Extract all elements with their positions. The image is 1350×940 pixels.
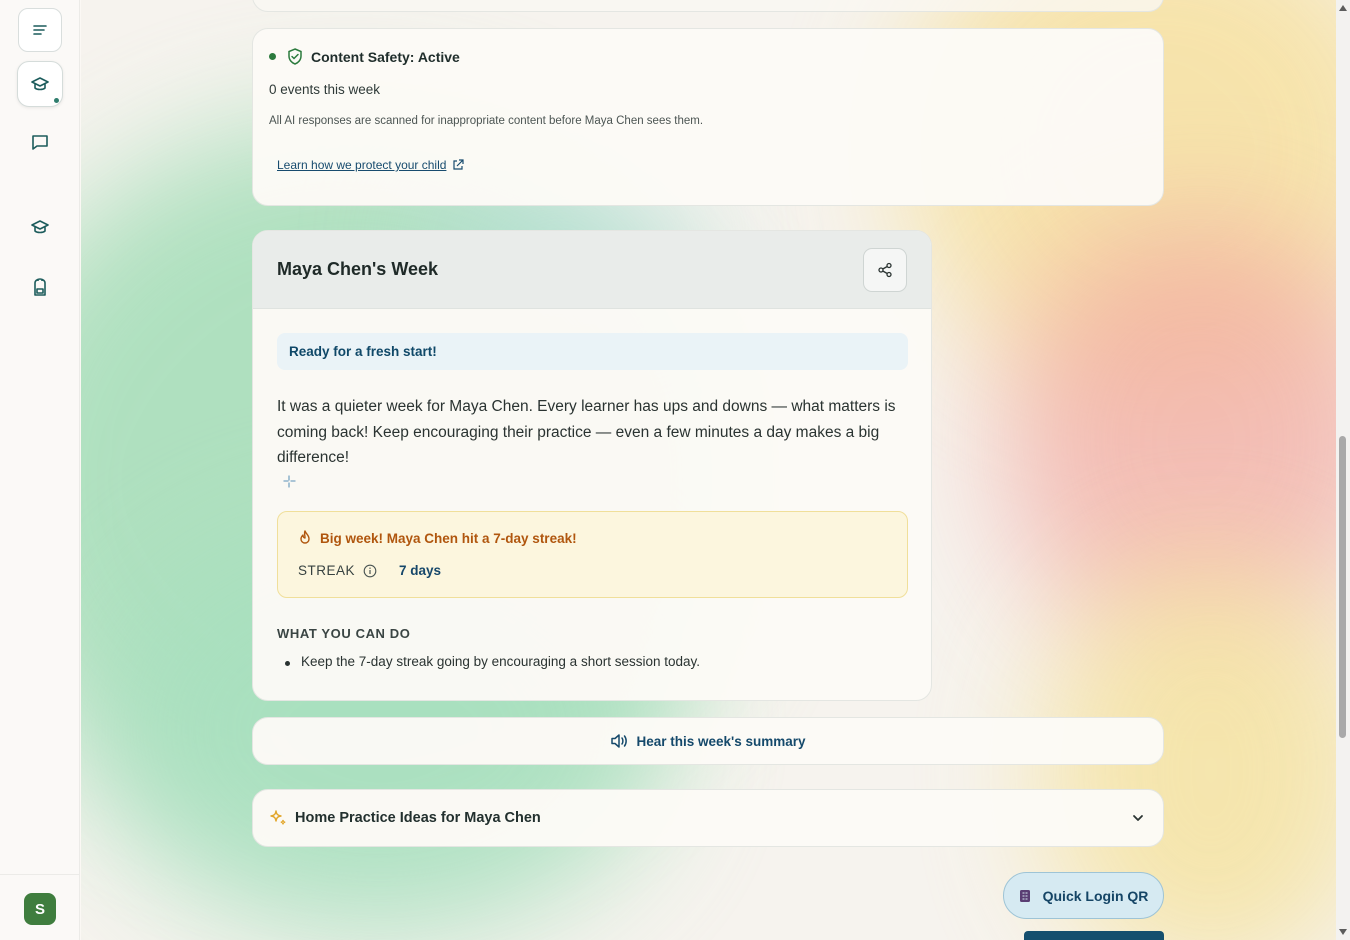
sidebar: S bbox=[0, 0, 80, 940]
nav-learning-active[interactable] bbox=[17, 61, 63, 107]
actions-list: Keep the 7-day streak going by encouragi… bbox=[284, 654, 701, 669]
actions-heading: WHAT YOU CAN DO bbox=[277, 626, 411, 641]
hear-summary-button[interactable]: Hear this week's summary bbox=[252, 717, 1164, 765]
list-item: Keep the 7-day streak going by encouragi… bbox=[284, 654, 701, 669]
home-practice-accordion[interactable]: Home Practice Ideas for Maya Chen bbox=[252, 789, 1164, 847]
speaker-icon bbox=[611, 734, 628, 748]
shield-check-icon bbox=[288, 48, 302, 65]
menu-button[interactable] bbox=[18, 8, 62, 52]
weekly-report-card: Maya Chen's Week Ready for a fresh start… bbox=[252, 230, 932, 701]
streak-label: STREAK bbox=[298, 563, 356, 578]
quick-login-qr-label: Quick Login QR bbox=[1042, 887, 1149, 904]
quick-login-qr-button[interactable]: Quick Login QR bbox=[1003, 872, 1164, 919]
ready-banner: Ready for a fresh start! bbox=[277, 333, 908, 370]
weekly-summary-text: It was a quieter week for Maya Chen. Eve… bbox=[277, 398, 896, 466]
safety-status: Content Safety: Active bbox=[269, 48, 460, 65]
hear-summary-label: Hear this week's summary bbox=[636, 733, 806, 749]
share-icon bbox=[878, 262, 892, 278]
active-indicator bbox=[54, 98, 59, 103]
safety-events-count: 0 events this week bbox=[269, 82, 381, 97]
sparkle-icon bbox=[283, 475, 296, 488]
streak-value: 7 days bbox=[399, 563, 442, 578]
safety-description: All AI responses are scanned for inappro… bbox=[269, 115, 704, 127]
graduation-cap-icon bbox=[31, 77, 49, 91]
menu-icon bbox=[33, 25, 47, 35]
status-dot bbox=[269, 53, 276, 60]
weekly-report-header: Maya Chen's Week bbox=[253, 231, 931, 309]
flame-icon bbox=[300, 530, 310, 544]
graduation-cap-icon bbox=[31, 220, 49, 234]
weekly-report-title: Maya Chen's Week bbox=[277, 259, 439, 279]
streak-callout: Big week! Maya Chen hit a 7-day streak! … bbox=[277, 511, 908, 598]
home-practice-label: Home Practice Ideas for Maya Chen bbox=[295, 810, 541, 826]
streak-title-label: Big week! Maya Chen hit a 7-day streak! bbox=[320, 530, 577, 546]
streak-title: Big week! Maya Chen hit a 7-day streak! bbox=[298, 530, 577, 546]
external-link-icon bbox=[453, 159, 465, 170]
nav-backpack[interactable] bbox=[18, 265, 62, 309]
avatar[interactable]: S bbox=[24, 893, 56, 925]
nav-chat[interactable] bbox=[18, 120, 62, 164]
scrollbar[interactable] bbox=[1336, 0, 1350, 940]
bottom-action-button[interactable] bbox=[1024, 931, 1164, 940]
chevron-down-icon bbox=[1133, 815, 1143, 821]
previous-card bbox=[252, 0, 1164, 12]
backpack-icon bbox=[34, 278, 46, 296]
share-button[interactable] bbox=[863, 248, 907, 292]
sidebar-footer: S bbox=[0, 874, 80, 940]
scroll-up-arrow[interactable] bbox=[1339, 5, 1347, 11]
chat-icon bbox=[32, 135, 48, 150]
home-practice-header: Home Practice Ideas for Maya Chen bbox=[269, 809, 541, 827]
streak-stat: STREAK 7 days bbox=[298, 563, 441, 578]
qr-code-icon bbox=[1019, 889, 1030, 902]
content-safety-card: Content Safety: Active 0 events this wee… bbox=[252, 28, 1164, 206]
scroll-down-arrow[interactable] bbox=[1339, 929, 1347, 935]
scroll-thumb[interactable] bbox=[1339, 436, 1346, 738]
protect-child-link-label: Learn how we protect your child bbox=[277, 158, 447, 172]
info-icon[interactable] bbox=[363, 564, 377, 578]
protect-child-link[interactable]: Learn how we protect your child bbox=[277, 158, 465, 172]
sparkles-icon bbox=[270, 810, 286, 825]
nav-courses[interactable] bbox=[18, 205, 62, 249]
safety-status-label: Content Safety: Active bbox=[311, 48, 460, 65]
